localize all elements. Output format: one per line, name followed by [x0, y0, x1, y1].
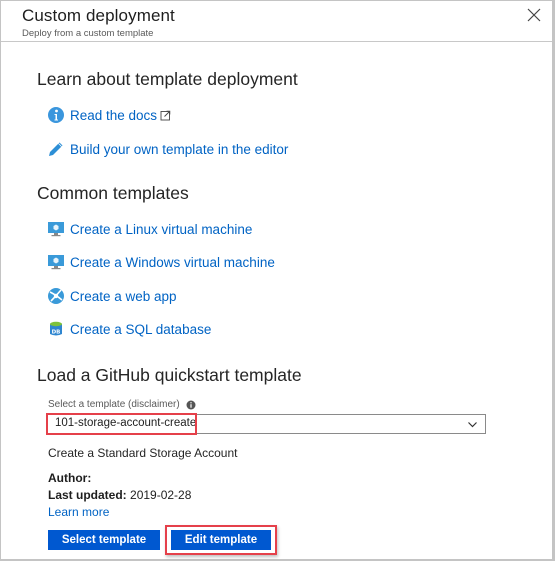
select-template-button[interactable]: Select template: [48, 530, 160, 550]
template-select-dropdown[interactable]: 101-storage-account-create: [46, 414, 486, 434]
linux-vm-label: Create a Linux virtual machine: [70, 221, 253, 237]
external-link-icon: [160, 110, 171, 121]
pencil-icon: [47, 140, 65, 158]
monitor-vm-icon: [47, 253, 65, 271]
linux-vm-link[interactable]: Create a Linux virtual machine: [47, 219, 252, 239]
last-updated-row: Last updated: 2019-02-28: [48, 488, 191, 502]
build-template-link[interactable]: Build your own template in the editor: [47, 139, 288, 159]
chevron-down-icon: [467, 419, 478, 430]
select-template-label: Select a template (disclaimer): [48, 399, 196, 410]
build-template-label: Build your own template in the editor: [70, 141, 289, 157]
learn-section-title: Learn about template deployment: [37, 69, 298, 89]
blade-subtitle: Deploy from a custom template: [22, 28, 154, 39]
author-row: Author:: [48, 471, 91, 485]
web-app-link[interactable]: Create a web app: [47, 286, 177, 306]
custom-deployment-blade: Custom deployment Deploy from a custom t…: [0, 0, 555, 561]
info-icon[interactable]: [186, 400, 196, 410]
last-updated-label: Last updated:: [48, 488, 127, 502]
github-section-title: Load a GitHub quickstart template: [37, 365, 302, 385]
template-description: Create a Standard Storage Account: [48, 446, 238, 460]
blade-title: Custom deployment: [22, 6, 175, 25]
close-icon: [527, 8, 541, 22]
sql-database-icon: DB: [47, 320, 65, 338]
monitor-vm-icon: [47, 220, 65, 238]
edit-template-button[interactable]: Edit template: [171, 530, 271, 550]
sql-database-link[interactable]: DB Create a SQL database: [47, 319, 211, 339]
common-templates-title: Common templates: [37, 183, 189, 203]
sql-database-label: Create a SQL database: [70, 321, 212, 337]
learn-more-link[interactable]: Learn more: [48, 505, 109, 519]
windows-vm-label: Create a Windows virtual machine: [70, 254, 275, 270]
blade-header: Custom deployment Deploy from a custom t…: [1, 1, 552, 42]
web-app-globe-icon: [47, 287, 65, 305]
last-updated-value: 2019-02-28: [130, 488, 192, 502]
web-app-label: Create a web app: [70, 288, 177, 304]
author-label: Author:: [48, 471, 92, 485]
select-template-label-text: Select a template (disclaimer): [48, 399, 180, 410]
template-select-value: 101-storage-account-create: [55, 417, 197, 429]
read-docs-label: Read the docs: [70, 107, 158, 123]
info-icon: [47, 106, 65, 124]
close-button[interactable]: [526, 7, 542, 23]
read-docs-link[interactable]: Read the docs: [47, 105, 171, 125]
windows-vm-link[interactable]: Create a Windows virtual machine: [47, 252, 275, 272]
svg-text:DB: DB: [52, 330, 61, 336]
